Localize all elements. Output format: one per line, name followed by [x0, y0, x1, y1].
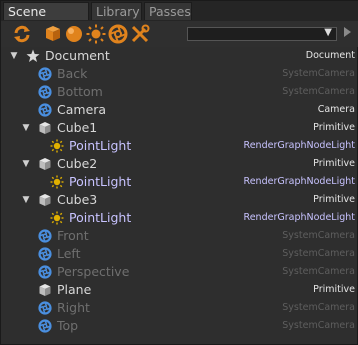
- node-type: SystemCamera: [282, 86, 355, 97]
- sun-icon: [50, 211, 64, 225]
- tab-passes[interactable]: Passes: [144, 2, 192, 20]
- expand-toggle-icon[interactable]: ▼: [21, 119, 31, 137]
- node-type: Document: [305, 50, 355, 61]
- scene-graph-panel: Scene Graph Library Passes: [0, 0, 358, 345]
- tree-row[interactable]: Plane Primitive: [1, 281, 358, 299]
- tree-row[interactable]: PointLight RenderGraphNodeLight: [1, 173, 358, 191]
- tree-row[interactable]: Left SystemCamera: [1, 245, 358, 263]
- tree-row[interactable]: PointLight RenderGraphNodeLight: [1, 137, 358, 155]
- camera-icon: [38, 265, 52, 279]
- node-name: PointLight: [69, 138, 132, 153]
- filter-dropdown[interactable]: ▼: [187, 27, 337, 41]
- camera-aperture-icon[interactable]: [108, 24, 128, 44]
- chevron-down-icon: ▼: [324, 27, 332, 38]
- sun-icon: [50, 175, 64, 189]
- node-name: Front: [57, 228, 89, 243]
- node-name: Top: [57, 318, 79, 333]
- node-name: Camera: [57, 102, 107, 117]
- node-name: Bottom: [57, 84, 103, 99]
- node-type: SystemCamera: [282, 230, 355, 241]
- node-name: Cube2: [57, 156, 98, 171]
- camera-icon: [38, 229, 52, 243]
- tree-row[interactable]: Camera Camera: [1, 101, 358, 119]
- camera-icon: [38, 103, 52, 117]
- cube-icon: [38, 193, 52, 207]
- node-type: Primitive: [313, 194, 355, 205]
- node-type: SystemCamera: [282, 302, 355, 313]
- cubes-icon[interactable]: [43, 24, 63, 44]
- tree-row[interactable]: Top SystemCamera: [1, 317, 358, 335]
- node-name: Perspective: [57, 264, 130, 279]
- camera-icon: [38, 67, 52, 81]
- tree-row[interactable]: Right SystemCamera: [1, 299, 358, 317]
- node-name: PointLight: [69, 210, 132, 225]
- node-name: Document: [45, 48, 110, 63]
- node-name: Cube1: [57, 120, 98, 135]
- tab-scene-graph[interactable]: Scene Graph: [3, 2, 89, 37]
- expand-toggle-icon[interactable]: ▼: [21, 155, 31, 173]
- node-name: Cube3: [57, 192, 98, 207]
- cube-icon: [38, 157, 52, 171]
- node-type: SystemCamera: [282, 320, 355, 331]
- cube-icon: [38, 121, 52, 135]
- refresh-icon[interactable]: [12, 24, 32, 44]
- node-type: Camera: [317, 104, 355, 115]
- tree-row[interactable]: PointLight RenderGraphNodeLight: [1, 209, 358, 227]
- node-type: Primitive: [313, 158, 355, 169]
- node-type: RenderGraphNodeLight: [243, 140, 355, 151]
- expand-toggle-icon[interactable]: ▼: [21, 191, 31, 209]
- tree-row[interactable]: Back SystemCamera: [1, 65, 358, 83]
- scene-tree: ▼ Document Document Back SystemCamera Bottom S…: [1, 47, 358, 335]
- tree-row[interactable]: ▼ Cube3 Primitive: [1, 191, 358, 209]
- node-name: Plane: [57, 282, 92, 297]
- cube-icon: [38, 283, 52, 297]
- node-name: Back: [57, 66, 88, 81]
- sphere-icon[interactable]: [64, 24, 84, 44]
- node-type: Primitive: [313, 122, 355, 133]
- node-type: SystemCamera: [282, 266, 355, 277]
- node-type: RenderGraphNodeLight: [243, 176, 355, 187]
- camera-icon: [38, 247, 52, 261]
- tab-library[interactable]: Library: [91, 2, 142, 20]
- tree-row[interactable]: ▼ Cube1 Primitive: [1, 119, 358, 137]
- tree-row[interactable]: ▼ Document Document: [1, 47, 358, 65]
- node-name: PointLight: [69, 174, 132, 189]
- tree-row[interactable]: Perspective SystemCamera: [1, 263, 358, 281]
- node-type: SystemCamera: [282, 68, 355, 79]
- node-name: Left: [57, 246, 81, 261]
- sun-icon[interactable]: [86, 24, 106, 44]
- tree-row[interactable]: Bottom SystemCamera: [1, 83, 358, 101]
- tab-bar: Scene Graph Library Passes: [1, 1, 358, 37]
- node-type: Primitive: [313, 284, 355, 295]
- tools-icon[interactable]: [130, 24, 150, 44]
- camera-icon: [38, 319, 52, 333]
- expand-toggle-icon[interactable]: ▼: [9, 47, 19, 65]
- play-arrow-icon[interactable]: [344, 27, 351, 37]
- tree-row[interactable]: Front SystemCamera: [1, 227, 358, 245]
- sun-icon: [50, 139, 64, 153]
- camera-icon: [38, 301, 52, 315]
- star-icon: [26, 49, 40, 63]
- node-type: RenderGraphNodeLight: [243, 212, 355, 223]
- node-type: SystemCamera: [282, 248, 355, 259]
- camera-icon: [38, 85, 52, 99]
- tree-row[interactable]: ▼ Cube2 Primitive: [1, 155, 358, 173]
- node-name: Right: [57, 300, 90, 315]
